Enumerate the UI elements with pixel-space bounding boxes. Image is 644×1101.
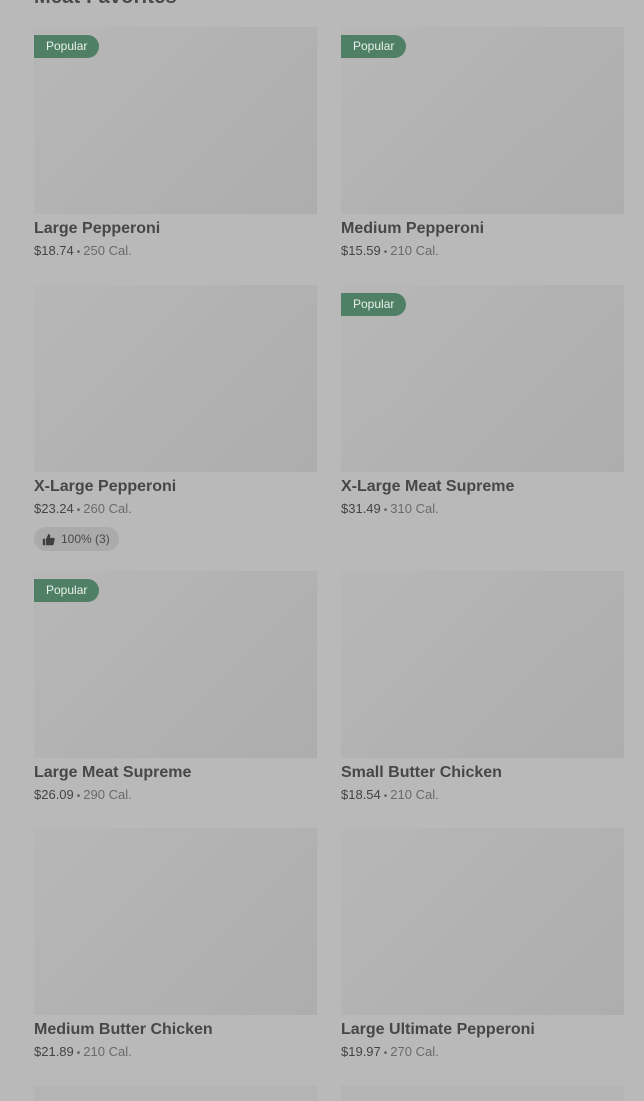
item-price: $15.59: [341, 243, 381, 258]
separator-dot: •: [383, 791, 388, 802]
item-price: $18.74: [34, 243, 74, 258]
item-image-partial[interactable]: [341, 1086, 624, 1101]
item-name[interactable]: Small Butter Chicken: [341, 763, 624, 783]
separator-dot: •: [76, 247, 81, 258]
item-image-partial[interactable]: [34, 1086, 317, 1101]
item-image[interactable]: [341, 828, 624, 1015]
item-image[interactable]: Popular: [34, 571, 317, 758]
menu-item-card[interactable]: Popular X-Large Meat Supreme $31.49 • 310 …: [341, 285, 624, 520]
item-calories: 270 Cal.: [390, 1044, 439, 1059]
item-calories: 310 Cal.: [390, 501, 439, 516]
item-image[interactable]: Popular: [341, 27, 624, 214]
popular-badge: Popular: [34, 35, 100, 58]
item-calories: 210 Cal.: [390, 243, 439, 258]
item-name[interactable]: Large Pepperoni: [34, 219, 317, 239]
item-image[interactable]: [341, 571, 624, 758]
item-calories: 260 Cal.: [83, 501, 132, 516]
menu-item-card[interactable]: X-Large Pepperoni $23.24 • 260 Cal. 100% (…: [34, 285, 317, 551]
item-meta: $19.97 • 270 Cal.: [341, 1043, 624, 1063]
item-name[interactable]: Medium Pepperoni: [341, 219, 624, 239]
separator-dot: •: [76, 1048, 81, 1059]
menu-item-card[interactable]: Large Ultimate Pepperoni $19.97 • 270 Cal.: [341, 828, 624, 1063]
item-image[interactable]: [34, 828, 317, 1015]
item-calories: 290 Cal.: [83, 787, 132, 802]
item-price: $19.97: [341, 1044, 381, 1059]
menu-item-card[interactable]: Medium Butter Chicken $21.89 • 210 Cal.: [34, 828, 317, 1063]
item-calories: 250 Cal.: [83, 243, 132, 258]
separator-dot: •: [76, 791, 81, 802]
item-meta: $15.59 • 210 Cal.: [341, 242, 624, 262]
item-meta: $31.49 • 310 Cal.: [341, 500, 624, 520]
item-meta: $18.54 • 210 Cal.: [341, 786, 624, 806]
menu-item-card[interactable]: Popular Large Meat Supreme $26.09 • 290 Ca…: [34, 571, 317, 806]
item-image[interactable]: Popular: [34, 27, 317, 214]
separator-dot: •: [383, 505, 388, 516]
separator-dot: •: [383, 1048, 388, 1059]
thumbs-up-icon: [42, 533, 55, 545]
item-name[interactable]: X-Large Pepperoni: [34, 477, 317, 497]
item-name[interactable]: X-Large Meat Supreme: [341, 477, 624, 497]
item-name[interactable]: Large Meat Supreme: [34, 763, 317, 783]
popular-badge: Popular: [34, 579, 100, 602]
item-image[interactable]: Popular: [341, 285, 624, 472]
menu-item-card[interactable]: Small Butter Chicken $18.54 • 210 Cal.: [341, 571, 624, 806]
item-price: $23.24: [34, 501, 74, 516]
item-calories: 210 Cal.: [390, 787, 439, 802]
item-meta: $26.09 • 290 Cal.: [34, 786, 317, 806]
item-image[interactable]: [34, 285, 317, 472]
item-price: $21.89: [34, 1044, 74, 1059]
item-meta: $23.24 • 260 Cal.: [34, 500, 317, 520]
item-meta: $21.89 • 210 Cal.: [34, 1043, 317, 1063]
item-calories: 210 Cal.: [83, 1044, 132, 1059]
item-price: $18.54: [341, 787, 381, 802]
item-price: $26.09: [34, 787, 74, 802]
menu-item-card[interactable]: Popular Large Pepperoni $18.74 • 250 Cal.: [34, 27, 317, 262]
item-name[interactable]: Large Ultimate Pepperoni: [341, 1020, 624, 1040]
popular-badge: Popular: [341, 293, 407, 316]
menu-item-card[interactable]: Popular Medium Pepperoni $15.59 • 210 Cal.: [341, 27, 624, 262]
separator-dot: •: [383, 247, 388, 258]
separator-dot: •: [76, 505, 81, 516]
item-price: $31.49: [341, 501, 381, 516]
rating-value: 100% (3): [61, 532, 110, 546]
section-title: Meat Favorites: [34, 0, 177, 8]
rating-chip: 100% (3): [34, 527, 119, 551]
item-meta: $18.74 • 250 Cal.: [34, 242, 317, 262]
item-name[interactable]: Medium Butter Chicken: [34, 1020, 317, 1040]
popular-badge: Popular: [341, 35, 407, 58]
